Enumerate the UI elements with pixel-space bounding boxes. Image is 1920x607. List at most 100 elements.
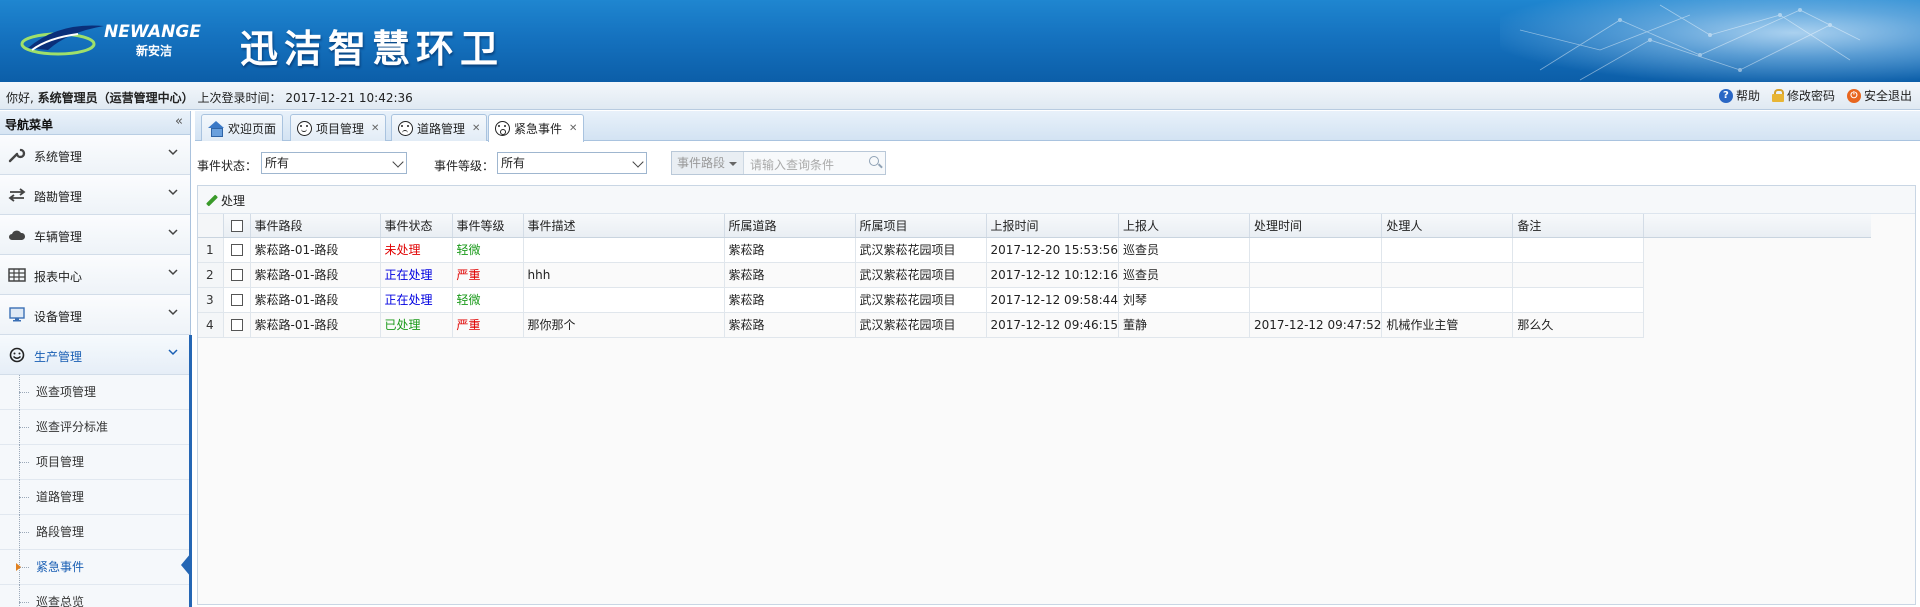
row-checkbox[interactable] xyxy=(230,319,243,331)
menu-group-label: 设备管理 xyxy=(34,310,83,324)
status-select[interactable]: 所有 xyxy=(261,152,407,174)
close-icon[interactable]: ✕ xyxy=(569,123,577,134)
help-button[interactable]: ? 帮助 xyxy=(1718,87,1760,104)
cell-note: 那么久 xyxy=(1512,312,1645,338)
row-checkbox[interactable] xyxy=(230,244,243,256)
column-header[interactable]: 事件路段 xyxy=(250,214,381,238)
sidebar-item-patrol-items[interactable]: 巡查项管理 xyxy=(0,375,190,410)
tab-project-management[interactable]: 项目管理 ✕ xyxy=(290,114,387,141)
sidebar-item-patrol-overview[interactable]: 巡查总览 xyxy=(0,585,190,607)
cell-segment: 紫菘路-01-路段 xyxy=(250,312,381,338)
chevron-down-icon xyxy=(392,156,404,168)
menu-group-devices[interactable]: 设备管理 xyxy=(0,295,190,335)
sidebar-item-label: 紧急事件 xyxy=(36,560,85,574)
help-label: 帮助 xyxy=(1735,89,1760,103)
cell-project: 武汉紫菘花园项目 xyxy=(855,287,987,313)
menu-group-production[interactable]: 生产管理 xyxy=(0,335,190,375)
status-select-value: 所有 xyxy=(265,156,290,170)
column-header[interactable]: 事件描述 xyxy=(523,214,725,238)
level-select[interactable]: 所有 xyxy=(497,152,647,174)
logout-label: 安全退出 xyxy=(1863,89,1912,103)
process-button[interactable]: 处理 xyxy=(206,192,245,209)
power-icon: ⏻ xyxy=(1846,88,1861,103)
cell-handler xyxy=(1381,287,1514,313)
cell-project: 武汉紫菘花园项目 xyxy=(855,237,987,263)
cell-reporter: 巡查员 xyxy=(1118,237,1250,263)
collapse-icon[interactable]: « xyxy=(175,114,183,129)
cell-desc: 那你那个 xyxy=(523,312,725,338)
chevron-down-icon xyxy=(168,269,178,276)
menu-group-vehicle[interactable]: 车辆管理 xyxy=(0,215,190,255)
menu-group-label: 生产管理 xyxy=(34,350,83,364)
search-icon[interactable] xyxy=(869,156,879,166)
cell-note xyxy=(1512,237,1645,263)
pencil-icon xyxy=(206,195,218,207)
column-header[interactable]: 备注 xyxy=(1512,214,1645,238)
select-all-checkbox[interactable] xyxy=(230,219,243,232)
chevron-down-icon xyxy=(168,229,178,236)
menu-group-survey[interactable]: 踏勘管理 xyxy=(0,175,190,215)
row-number: 1 xyxy=(198,237,224,263)
column-header[interactable]: 上报人 xyxy=(1118,214,1250,238)
filter-bar: 事件状态： 所有 事件等级： 所有 事件路段 请输入查询条件 xyxy=(195,151,1920,177)
table-row[interactable]: 3 紫菘路-01-路段 正在处理 轻微 紫菘路 武汉紫菘花园项目 2017-12-12 09… xyxy=(198,287,1871,313)
tab-welcome[interactable]: 欢迎页面 xyxy=(201,114,284,141)
sidebar-item-emergency[interactable]: 紧急事件 xyxy=(0,550,190,585)
close-icon[interactable]: ✕ xyxy=(371,123,379,134)
last-login-label: 上次登录时间： xyxy=(197,91,282,105)
menu-group-system[interactable]: 系统管理 xyxy=(0,135,190,175)
company-logo: NEWANGE 新安洁 xyxy=(18,14,218,66)
logo-swoosh-icon xyxy=(20,25,104,56)
close-icon[interactable]: ✕ xyxy=(472,123,480,134)
tab-label: 项目管理 xyxy=(316,121,365,136)
logout-button[interactable]: ⏻ 安全退出 xyxy=(1846,87,1912,104)
home-icon xyxy=(208,121,224,137)
tab-emergency-events[interactable]: 紧急事件 ✕ xyxy=(488,114,585,142)
sidebar-item-segments[interactable]: 路段管理 xyxy=(0,515,190,550)
cell-report-time: 2017-12-20 15:53:56 xyxy=(986,237,1119,263)
menu-group-reports[interactable]: 报表中心 xyxy=(0,255,190,295)
sidebar-item-roads[interactable]: 道路管理 xyxy=(0,480,190,515)
chevron-down-icon xyxy=(168,149,178,156)
cell-handler xyxy=(1381,237,1514,263)
search-input[interactable]: 请输入查询条件 xyxy=(750,156,834,173)
wrench-icon xyxy=(8,148,26,163)
sidebar-item-projects[interactable]: 项目管理 xyxy=(0,445,190,480)
surprised-face-icon xyxy=(495,121,510,136)
sidebar-header: 导航菜单 « xyxy=(0,111,190,135)
cell-level: 轻微 xyxy=(452,237,524,263)
table-row[interactable]: 1 紫菘路-01-路段 未处理 轻微 紫菘路 武汉紫菘花园项目 2017-12-20 15:… xyxy=(198,237,1871,263)
app-title: 迅洁智慧环卫 xyxy=(240,27,505,71)
column-header[interactable]: 处理人 xyxy=(1381,214,1514,238)
select-all-checkbox-cell xyxy=(223,214,251,238)
table-row[interactable]: 2 紫菘路-01-路段 正在处理 严重 hhh 紫菘路 武汉紫菘花园项目 2017-12-12… xyxy=(198,262,1871,288)
chevron-down-icon xyxy=(168,309,178,316)
level-select-value: 所有 xyxy=(501,156,526,170)
column-header[interactable]: 事件等级 xyxy=(452,214,524,238)
banner-network-graphic xyxy=(1519,4,1861,81)
row-checkbox[interactable] xyxy=(230,269,243,281)
row-checkbox-cell xyxy=(223,312,251,338)
column-header[interactable]: 上报时间 xyxy=(986,214,1119,238)
column-header[interactable]: 事件状态 xyxy=(380,214,453,238)
row-checkbox[interactable] xyxy=(230,294,243,306)
tab-label: 欢迎页面 xyxy=(228,121,277,136)
cell-road: 紫菘路 xyxy=(724,262,856,288)
search-scope-select[interactable]: 事件路段 xyxy=(672,152,744,174)
logo-text: NEWANGE xyxy=(104,22,201,42)
column-header[interactable]: 所属道路 xyxy=(724,214,856,238)
tab-road-management[interactable]: 道路管理 ✕ xyxy=(391,114,488,141)
column-header[interactable]: 所属项目 xyxy=(855,214,987,238)
table-row[interactable]: 4 紫菘路-01-路段 已处理 严重 那你那个 紫菘路 武汉紫菘花园项目 2017-12-12… xyxy=(198,312,1871,338)
level-filter-label: 事件等级： xyxy=(434,159,495,173)
sidebar-item-patrol-standards[interactable]: 巡查评分标准 xyxy=(0,410,190,445)
cell-project: 武汉紫菘花园项目 xyxy=(855,312,987,338)
column-header[interactable]: 处理时间 xyxy=(1249,214,1383,238)
table-header-row: 事件路段 事件状态 事件等级 事件描述 所属道路 所属项目 上报时间 上报人 处… xyxy=(198,214,1871,238)
cell-desc xyxy=(523,287,725,313)
cell-road: 紫菘路 xyxy=(724,237,856,263)
grid-icon xyxy=(8,268,26,282)
change-password-button[interactable]: 修改密码 xyxy=(1771,87,1835,104)
row-filler xyxy=(1643,237,1871,262)
top-actions: ? 帮助 修改密码 ⏻ 安全退出 xyxy=(1718,87,1912,104)
